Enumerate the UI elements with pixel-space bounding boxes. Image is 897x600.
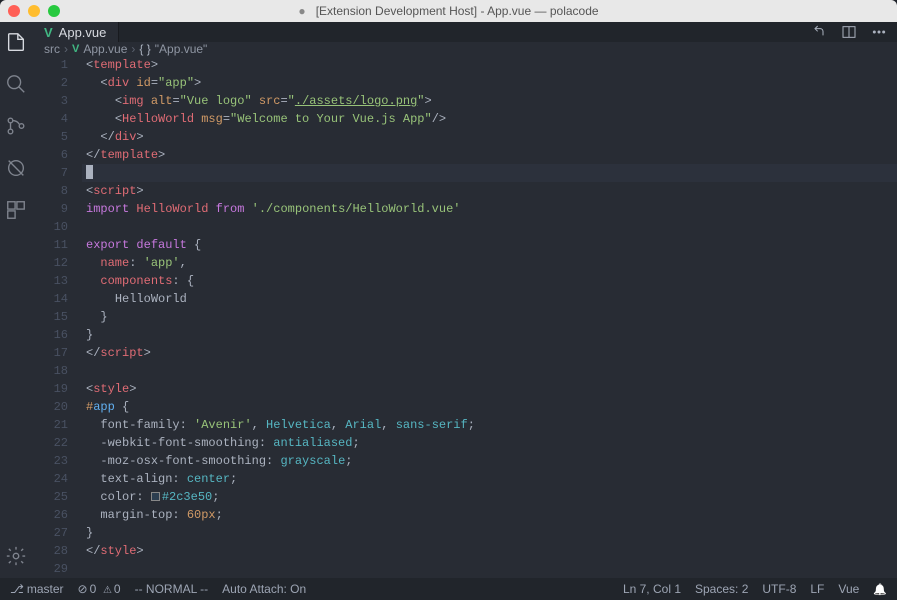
breadcrumbs[interactable]: src › V App.vue › { } "App.vue" <box>32 42 897 56</box>
chevron-right-icon: › <box>131 42 135 56</box>
vue-file-icon: V <box>44 25 53 40</box>
settings-gear-icon[interactable] <box>4 544 28 568</box>
eol-status[interactable]: LF <box>810 582 824 596</box>
cursor-position-status[interactable]: Ln 7, Col 1 <box>623 582 681 596</box>
search-icon[interactable] <box>4 72 28 96</box>
vim-mode-status: -- NORMAL -- <box>135 582 209 596</box>
debug-icon[interactable] <box>4 156 28 180</box>
close-window-button[interactable] <box>8 5 20 17</box>
window-title: ● [Extension Development Host] - App.vue… <box>0 4 897 18</box>
auto-attach-status[interactable]: Auto Attach: On <box>222 582 306 596</box>
source-control-icon[interactable] <box>4 114 28 138</box>
more-actions-icon[interactable] <box>871 24 887 40</box>
tab-label: App.vue <box>59 25 107 40</box>
warning-icon <box>103 582 114 596</box>
code-editor[interactable]: 1234567891011121314151617181920212223242… <box>32 56 897 578</box>
vue-file-icon: V <box>72 43 79 55</box>
breadcrumb-folder[interactable]: src <box>44 42 60 56</box>
titlebar: ● [Extension Development Host] - App.vue… <box>0 0 897 22</box>
tab-bar: V App.vue <box>32 22 897 42</box>
code-lines[interactable]: <template> <div id="app"> <img alt="Vue … <box>82 56 897 578</box>
status-bar: master 0 0 -- NORMAL -- Auto Attach: On … <box>0 578 897 600</box>
notifications-bell-icon[interactable] <box>873 582 887 596</box>
maximize-window-button[interactable] <box>48 5 60 17</box>
tab-app-vue[interactable]: V App.vue <box>32 22 119 42</box>
error-icon <box>78 582 90 596</box>
breadcrumb-symbol[interactable]: "App.vue" <box>155 42 208 56</box>
encoding-status[interactable]: UTF-8 <box>762 582 796 596</box>
git-branch-status[interactable]: master <box>10 582 64 596</box>
editor-area: V App.vue src › V App.vue › { } "App.vue… <box>32 22 897 578</box>
breadcrumb-file[interactable]: App.vue <box>83 42 127 56</box>
minimize-window-button[interactable] <box>28 5 40 17</box>
language-mode-status[interactable]: Vue <box>838 582 859 596</box>
line-number-gutter: 1234567891011121314151617181920212223242… <box>32 56 82 578</box>
symbol-icon: { } <box>139 42 150 56</box>
extensions-icon[interactable] <box>4 198 28 222</box>
activity-bar <box>0 22 32 578</box>
chevron-right-icon: › <box>64 42 68 56</box>
indentation-status[interactable]: Spaces: 2 <box>695 582 748 596</box>
explorer-icon[interactable] <box>4 30 28 54</box>
problems-status[interactable]: 0 0 <box>78 582 121 596</box>
split-editor-icon[interactable] <box>841 24 857 40</box>
compare-changes-icon[interactable] <box>811 24 827 40</box>
window-controls <box>8 5 60 17</box>
